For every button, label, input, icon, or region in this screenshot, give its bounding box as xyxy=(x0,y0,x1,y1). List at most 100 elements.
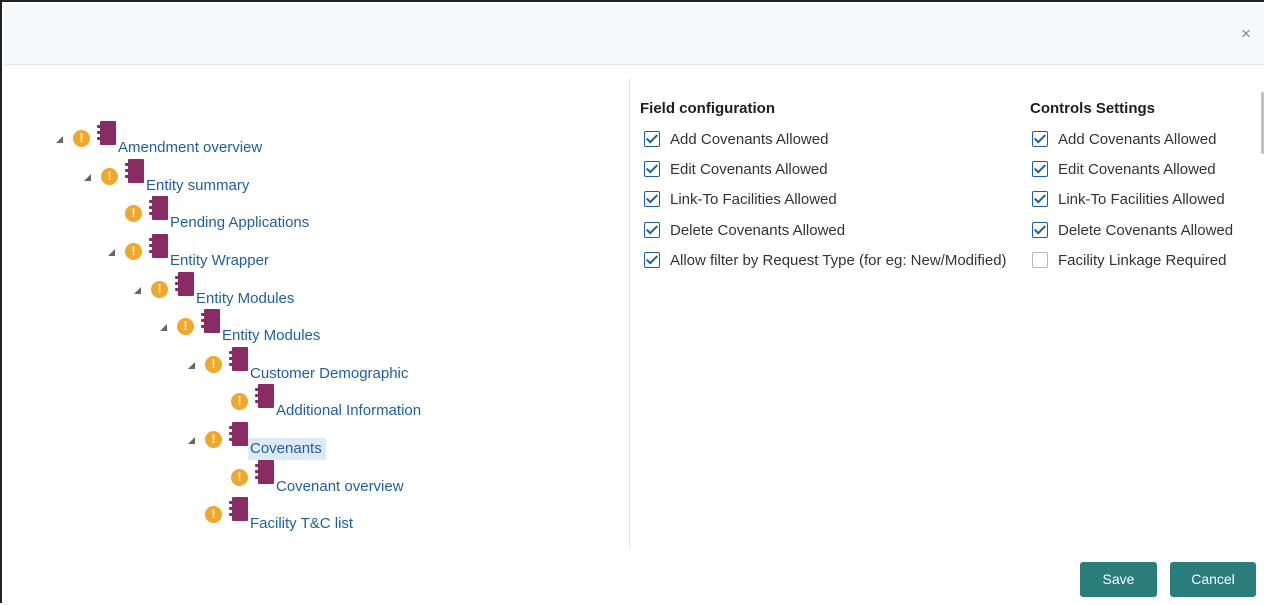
checkbox-checked-icon[interactable] xyxy=(1032,222,1048,238)
checkbox-label: Delete Covenants Allowed xyxy=(1058,221,1234,239)
tree-node-label[interactable]: Entity Wrapper xyxy=(170,252,269,269)
alert-icon: ! xyxy=(231,469,248,486)
tree-node[interactable]: ! Pending Applications xyxy=(108,196,313,231)
tree-node-label[interactable]: Customer Demographic xyxy=(250,365,408,382)
alert-icon: ! xyxy=(125,205,142,222)
book-icon xyxy=(254,460,274,486)
tree-node[interactable]: ! Entity Wrapper xyxy=(108,234,273,269)
checkbox-label: Add Covenants Allowed xyxy=(1058,130,1217,148)
controls-setting-checkbox[interactable]: Edit Covenants Allowed xyxy=(1032,158,1216,180)
tree-node[interactable]: ! Customer Demographic xyxy=(188,347,412,382)
alert-icon: ! xyxy=(73,130,90,147)
field-config-checkbox[interactable]: Link-To Facilities Allowed xyxy=(644,188,837,210)
expand-caret-icon[interactable] xyxy=(134,287,141,294)
config-panel: Field configuration Add Covenants Allowe… xyxy=(630,64,1264,605)
checkbox-label: Facility Linkage Required xyxy=(1058,251,1227,269)
checkbox-label: Link-To Facilities Allowed xyxy=(670,190,837,208)
book-icon xyxy=(148,234,168,260)
field-config-checkbox[interactable]: Allow filter by Request Type (for eg: Ne… xyxy=(644,249,1007,271)
field-config-checkbox[interactable]: Edit Covenants Allowed xyxy=(644,158,828,180)
tree-node-label-wrap: Covenant overview xyxy=(274,476,408,498)
tree-node-label-wrap: Entity summary xyxy=(144,175,253,197)
checkbox-checked-icon[interactable] xyxy=(644,252,660,268)
tree-node[interactable]: ! Facility T&C list xyxy=(188,497,357,532)
alert-icon: ! xyxy=(205,431,222,448)
checkbox-checked-icon[interactable] xyxy=(644,191,660,207)
tree-node-label[interactable]: Pending Applications xyxy=(170,214,309,231)
tree-node[interactable]: ! Covenant overview xyxy=(214,460,408,495)
tree-node[interactable]: ! Amendment overview xyxy=(56,121,266,156)
checkbox-unchecked-icon[interactable] xyxy=(1032,252,1048,268)
checkbox-label: Allow filter by Request Type (for eg: Ne… xyxy=(670,251,1007,269)
save-button[interactable]: Save xyxy=(1080,562,1157,597)
field-configuration-title: Field configuration xyxy=(640,100,775,117)
tree-node[interactable]: ! Entity summary xyxy=(84,159,253,194)
checkbox-checked-icon[interactable] xyxy=(644,222,660,238)
tree-node[interactable]: ! Covenants xyxy=(188,422,326,460)
alert-icon: ! xyxy=(231,393,248,410)
checkbox-label: Edit Covenants Allowed xyxy=(1058,160,1216,178)
tree-node-label-wrap: Entity Wrapper xyxy=(168,250,273,272)
checkbox-checked-icon[interactable] xyxy=(644,131,660,147)
alert-icon: ! xyxy=(177,318,194,335)
tree-node-label[interactable]: Covenant overview xyxy=(276,478,404,495)
controls-setting-checkbox[interactable]: Link-To Facilities Allowed xyxy=(1032,188,1225,210)
tree-panel: ! Amendment overview ! Entity summary ! Pen… xyxy=(4,64,629,605)
expand-caret-icon[interactable] xyxy=(56,136,63,143)
controls-setting-checkbox[interactable]: Facility Linkage Required xyxy=(1032,249,1226,271)
dialog-header: × xyxy=(4,4,1264,65)
tree-node-label-wrap: Additional Information xyxy=(274,400,425,422)
book-icon xyxy=(174,272,194,298)
book-icon xyxy=(124,159,144,185)
configuration-dialog: × ! Amendment overview ! Entity summary ! P… xyxy=(0,0,1264,603)
alert-icon: ! xyxy=(101,168,118,185)
tree-node[interactable]: ! Additional Information xyxy=(214,384,425,419)
checkbox-checked-icon[interactable] xyxy=(1032,191,1048,207)
tree-node-label[interactable]: Amendment overview xyxy=(118,139,262,156)
controls-setting-checkbox[interactable]: Add Covenants Allowed xyxy=(1032,128,1216,150)
expand-caret-icon[interactable] xyxy=(188,437,195,444)
tree-node-label-wrap: Pending Applications xyxy=(168,212,313,234)
checkbox-checked-icon[interactable] xyxy=(1032,161,1048,177)
field-config-checkbox[interactable]: Delete Covenants Allowed xyxy=(644,219,845,241)
tree-node-label[interactable]: Entity Modules xyxy=(222,327,320,344)
expand-caret-icon[interactable] xyxy=(84,174,91,181)
tree-node-label[interactable]: Additional Information xyxy=(276,402,421,419)
tree-node-label-wrap: Facility T&C list xyxy=(248,513,357,535)
tree-node-label-wrap: Covenants xyxy=(248,438,326,460)
tree-node-label[interactable]: Entity Modules xyxy=(196,290,294,307)
alert-icon: ! xyxy=(205,506,222,523)
checkbox-label: Delete Covenants Allowed xyxy=(670,221,846,239)
checkbox-label: Add Covenants Allowed xyxy=(670,130,829,148)
close-icon[interactable]: × xyxy=(1236,24,1256,44)
field-config-checkbox[interactable]: Add Covenants Allowed xyxy=(644,128,828,150)
book-icon xyxy=(228,347,248,373)
book-icon xyxy=(228,422,248,448)
tree-node-label-wrap: Entity Modules xyxy=(220,325,324,347)
expand-caret-icon[interactable] xyxy=(188,362,195,369)
tree-node[interactable]: ! Entity Modules xyxy=(160,309,324,344)
checkbox-checked-icon[interactable] xyxy=(1032,131,1048,147)
tree-node-label-wrap: Customer Demographic xyxy=(248,363,412,385)
alert-icon: ! xyxy=(205,356,222,373)
controls-settings-title: Controls Settings xyxy=(1030,100,1156,117)
checkbox-label: Edit Covenants Allowed xyxy=(670,160,828,178)
book-icon xyxy=(254,384,274,410)
expand-caret-icon[interactable] xyxy=(160,324,167,331)
cancel-button[interactable]: Cancel xyxy=(1170,562,1256,597)
checkbox-label: Link-To Facilities Allowed xyxy=(1058,190,1225,208)
checkbox-checked-icon[interactable] xyxy=(644,161,660,177)
book-icon xyxy=(228,497,248,523)
tree-node-label[interactable]: Facility T&C list xyxy=(250,515,353,532)
controls-setting-checkbox[interactable]: Delete Covenants Allowed xyxy=(1032,219,1233,241)
book-icon xyxy=(200,309,220,335)
book-icon xyxy=(96,121,116,147)
tree-node-label[interactable]: Entity summary xyxy=(146,177,249,194)
expand-caret-icon[interactable] xyxy=(108,249,115,256)
alert-icon: ! xyxy=(151,281,168,298)
tree-node[interactable]: ! Entity Modules xyxy=(134,272,298,307)
book-icon xyxy=(148,196,168,222)
tree-node-label-wrap: Amendment overview xyxy=(116,137,266,159)
tree-node-label[interactable]: Covenants xyxy=(250,440,322,457)
alert-icon: ! xyxy=(125,243,142,260)
